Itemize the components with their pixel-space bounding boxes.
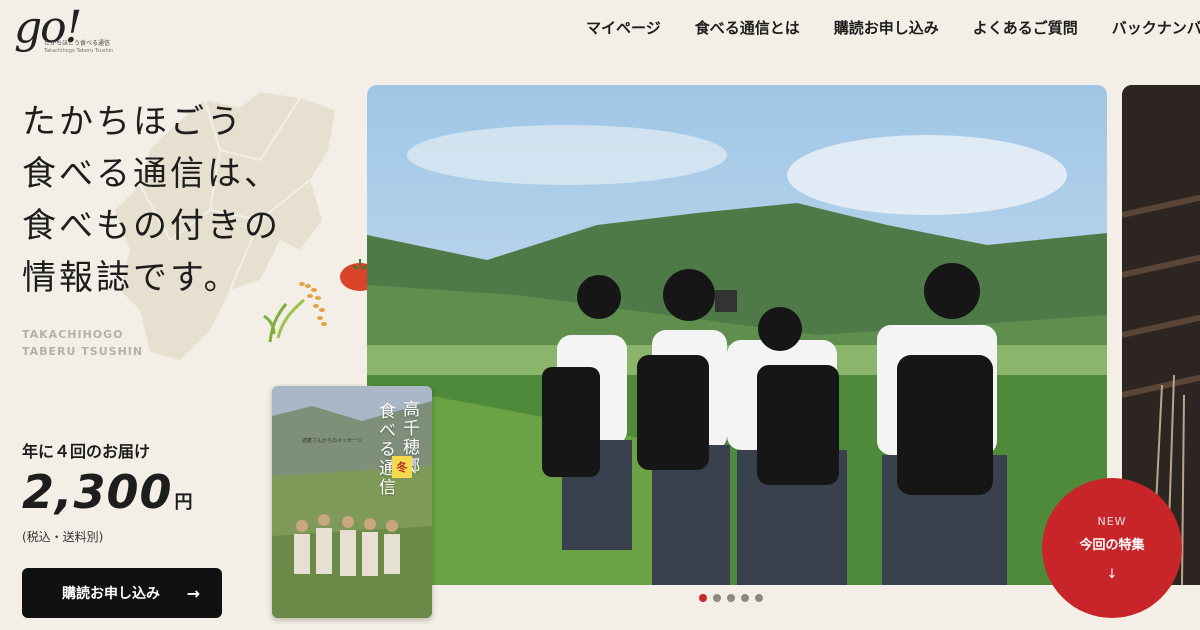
- price-unit: 円: [174, 492, 193, 513]
- hero-slide-image[interactable]: [367, 85, 1107, 585]
- nav-backnumber[interactable]: バックナンバー: [1112, 18, 1200, 38]
- slider-dot-3[interactable]: [727, 594, 735, 602]
- delivery-frequency: 年に４回のお届け: [22, 442, 151, 461]
- headline-line-3: 食べもの付きの: [22, 206, 281, 246]
- price-row: 2,300 円: [22, 464, 193, 520]
- magazine-title-2: 食べる通信: [375, 402, 395, 497]
- subtitle-en-line-2: TABERU TSUSHIN: [22, 345, 144, 358]
- magazine-note: 読者さんからのメッセージ: [302, 438, 362, 444]
- slider-dot-2[interactable]: [713, 594, 721, 602]
- feature-new-badge: NEW: [1097, 514, 1127, 528]
- main-nav: マイページ 食べる通信とは 購読お申し込み よくあるご質問 バックナンバー: [586, 18, 1200, 38]
- magazine-cover[interactable]: 高千穂郷 食べる通信 冬 読者さんからのメッセージ: [272, 386, 432, 618]
- hero-subtitle-en: TAKACHIHOGO TABERU TSUSHIN: [22, 326, 143, 360]
- slider-dots: [699, 594, 763, 602]
- slider-dot-4[interactable]: [741, 594, 749, 602]
- nav-faq[interactable]: よくあるご質問: [973, 18, 1078, 38]
- hero-headline: たかちほごう 食べる通信は、 食べもの付きの 情報誌です。: [22, 96, 281, 304]
- price-note: (税込・送料別): [22, 530, 104, 544]
- arrow-down-icon: ↓: [1106, 566, 1118, 582]
- slider-dot-1[interactable]: [699, 594, 707, 602]
- headline-line-2: 食べる通信は、: [22, 154, 281, 194]
- subscribe-button[interactable]: 購読お申し込み →: [22, 568, 222, 618]
- price-value: 2,300: [22, 465, 173, 519]
- headline-line-1: たかちほごう: [22, 102, 244, 142]
- logo-subtitle: たかちほごう食べる通信: [44, 40, 111, 47]
- nav-mypage[interactable]: マイページ: [586, 18, 661, 38]
- feature-button[interactable]: NEW 今回の特集 ↓: [1042, 478, 1182, 618]
- slider-dot-5[interactable]: [755, 594, 763, 602]
- headline-line-4: 情報誌です。: [22, 258, 241, 298]
- nav-about[interactable]: 食べる通信とは: [695, 18, 800, 38]
- nav-subscribe[interactable]: 購読お申し込み: [834, 18, 939, 38]
- magazine-season-badge: 冬: [392, 456, 412, 478]
- subscribe-button-label: 購読お申し込み: [62, 586, 160, 602]
- arrow-right-icon: →: [186, 583, 200, 603]
- logo-subtitle-en: Takachihogo Taberu Tsushin: [44, 48, 114, 54]
- wheat-icon: [263, 282, 327, 343]
- students-overlooking-mountains-photo: [367, 85, 1107, 585]
- subtitle-en-line-1: TAKACHIHOGO: [22, 328, 124, 341]
- feature-label: 今回の特集: [1079, 537, 1145, 553]
- site-logo[interactable]: go! たかちほごう食べる通信 Takachihogo Taberu Tsush…: [14, 6, 124, 70]
